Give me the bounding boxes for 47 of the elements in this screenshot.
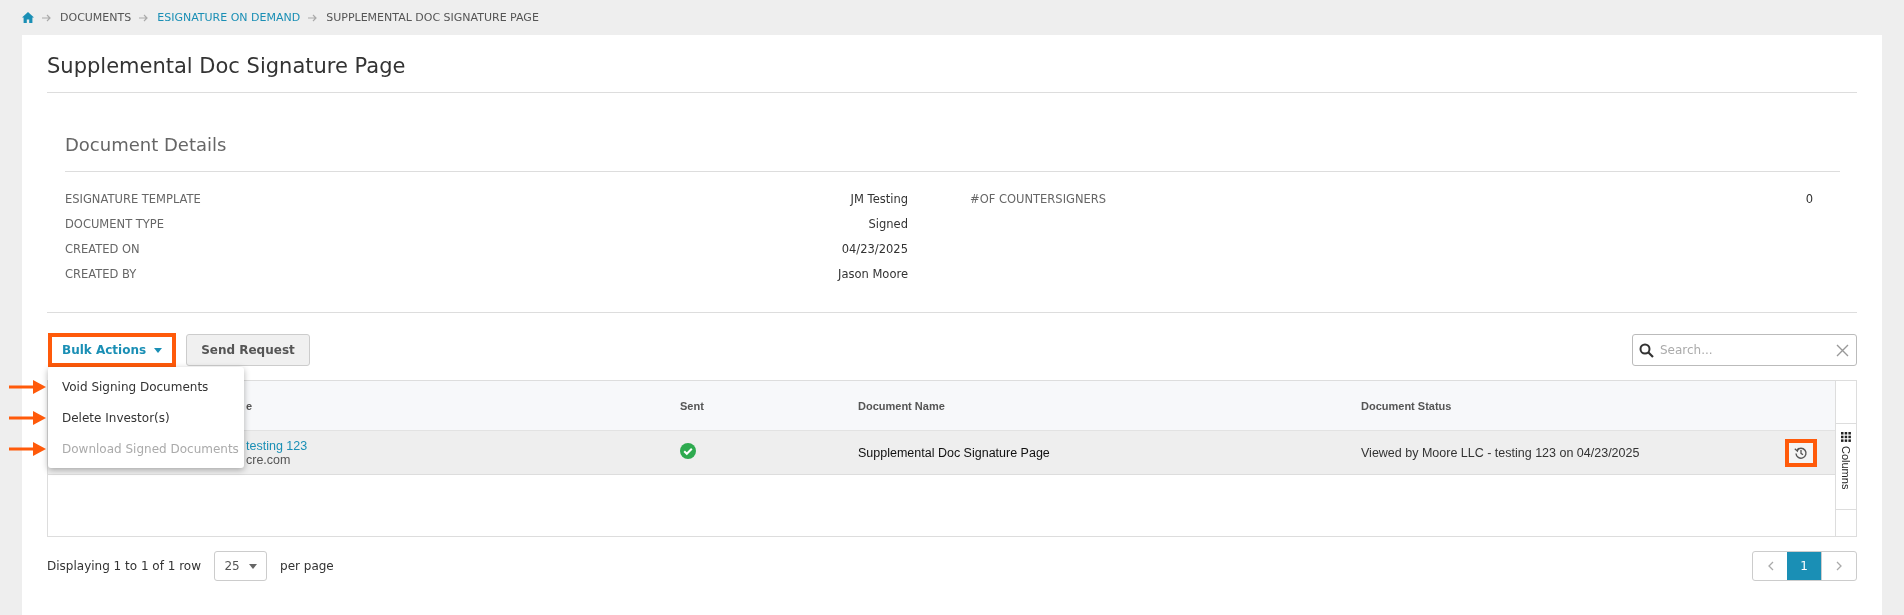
field-value: JM Testing [850,191,908,206]
table-cell: Supplemental Doc Signature Page [858,445,1050,460]
breadcrumb-item: SUPPLEMENTAL DOC SIGNATURE PAGE [326,11,539,24]
email-text: cre.com [246,452,292,467]
pagination-info: Displaying 1 to 1 of 1 row [47,559,202,573]
history-button[interactable] [1785,438,1817,467]
field-value: 04/23/2025 [841,241,908,256]
grid-icon [1841,432,1851,442]
field-label: #OF COUNTERSIGNERS [970,191,1107,206]
field-label: ESIGNATURE TEMPLATE [65,191,201,206]
annotation-arrow [9,411,46,425]
search-icon [1639,343,1654,358]
field-label: DOCUMENT TYPE [65,216,165,231]
column-header[interactable]: e [246,399,680,412]
clear-icon[interactable] [1836,344,1849,357]
send-request-button[interactable]: Send Request [186,334,310,366]
search-field[interactable]: Search... [1632,334,1857,366]
arrow-icon [42,13,52,22]
field-value: Jason Moore [838,266,908,281]
caret-icon [248,563,257,569]
field-value: Signed [868,216,908,231]
page-title: Supplemental Doc Signature Page [47,54,406,78]
chevron-left-icon [1766,561,1774,571]
field-label: CREATED ON [65,241,140,256]
breadcrumb-item: DOCUMENTS [60,11,132,24]
menu-item[interactable]: Void Signing Documents [48,371,244,402]
field-label: CREATED BY [65,266,137,281]
caret-icon [154,347,163,353]
arrow-icon [139,13,150,22]
column-header[interactable]: Document Status [1361,399,1452,412]
annotation-arrow [9,442,46,456]
section-title: Document Details [65,134,227,155]
chevron-right-icon [1835,561,1843,571]
page-size-select[interactable]: 25 [214,551,268,581]
column-header[interactable]: Document Name [858,399,945,412]
table-cell: Viewed by Moore LLC - testing 123 on 04/23/2025 [1361,445,1640,460]
field-value: 0 [1805,191,1813,206]
bulk-actions-button[interactable]: Bulk Actions [48,333,177,367]
arrow-icon [308,13,319,22]
columns-button[interactable]: Columns [1836,423,1856,510]
page-button[interactable]: 1 [1787,552,1821,580]
home-icon[interactable] [22,12,34,23]
per-page-label: per page [280,559,334,573]
column-header[interactable]: Sent [680,399,704,412]
menu-item[interactable]: Delete Investor(s) [48,402,244,433]
history-icon [1794,445,1808,460]
annotation-arrow [9,380,46,394]
